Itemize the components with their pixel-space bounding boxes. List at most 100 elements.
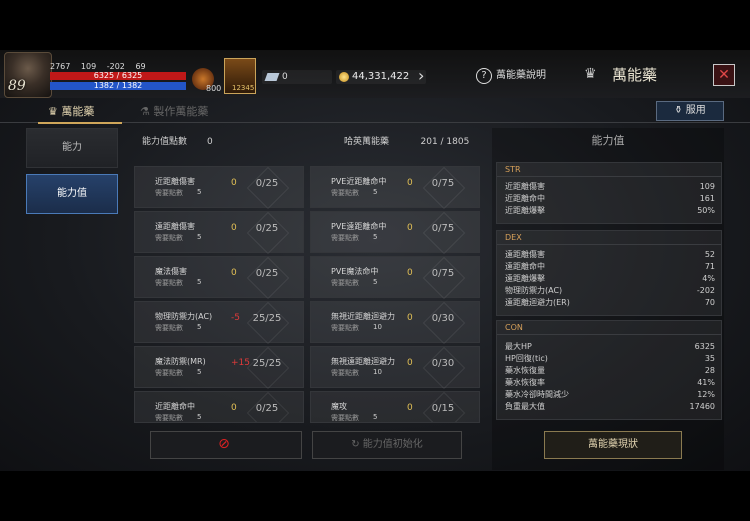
stat-progress: 0/30 (431, 358, 455, 369)
stat-bonus: 0 (407, 358, 413, 368)
stat-label: 藥水恢復量 (505, 366, 545, 375)
page-title: 萬能藥 (612, 66, 658, 84)
points-label: 能力值點數 (142, 137, 188, 147)
stat-value: 71 (704, 262, 715, 271)
stat-row: 遠距離迴避力(ER) 70 (505, 297, 715, 309)
stat-value: 4% (702, 274, 715, 283)
gem-currency: 0 (262, 70, 332, 84)
stat-value: 109 (699, 182, 715, 191)
stat-card[interactable]: 近距離傷害 需要點數 5 0 0/25 (134, 166, 304, 210)
hp-bar: 6325 / 6325 (50, 72, 186, 80)
stat-label: 藥水冷卻時間減少 (505, 390, 569, 399)
stat-row: 藥水恢復率 41% (505, 377, 715, 389)
stat-row: 遠距離傷害 52 (505, 249, 715, 261)
stat-card[interactable]: 魔法傷害 需要點數 5 0 0/25 (134, 256, 304, 300)
stat-card[interactable]: 近距離命中 需要點數 5 0 0/25 (134, 391, 304, 423)
game-screen: 89 2767 109 -202 69 6325 / 6325 1382 / 1… (0, 50, 750, 471)
required-label: 需要點數 (331, 189, 359, 197)
stat-value: 28 (704, 366, 715, 375)
stat-name: 近距離傷害 (155, 177, 195, 186)
gem-amount: 0 (282, 72, 288, 82)
stat-bonus: 0 (407, 178, 413, 188)
stat-name: 魔攻 (331, 402, 347, 411)
chevron-right-icon[interactable]: › (418, 66, 424, 85)
remain-header: 哈英萬能藥 201 / 1805 (344, 134, 469, 147)
stat-label: 負重最大值 (505, 402, 545, 411)
tab-craft-elixir[interactable]: ⚗ 製作萬能藥 (140, 103, 208, 119)
stat-row: 物理防禦力(AC) -202 (505, 285, 715, 297)
stat-value: 50% (697, 206, 715, 215)
required-value: 5 (197, 278, 202, 286)
stat-card[interactable]: 魔法防禦(MR) 需要點數 5 +15 25/25 (134, 346, 304, 390)
stat-card[interactable]: PVE遠距離命中 需要點數 5 0 0/75 (310, 211, 480, 255)
elixir-status-button[interactable]: 萬能藥現狀 (544, 431, 682, 459)
required-label: 需要點數 (331, 369, 359, 377)
tab-elixir[interactable]: ♛ 萬能藥 (48, 103, 94, 119)
stat-value: 41% (697, 378, 715, 387)
close-button[interactable]: ✕ (713, 64, 735, 86)
use-label: 服用 (685, 105, 706, 116)
use-button[interactable]: ⚱ 服用 (656, 101, 724, 121)
stat-bonus: -5 (231, 313, 240, 323)
stat-name: PVE遠距離命中 (331, 222, 387, 231)
stat-value: 35 (704, 354, 715, 363)
stat-card[interactable]: 無視近距離迴避力 需要點數 10 0 0/30 (310, 301, 480, 345)
stat-label: 近距離爆擊 (505, 206, 545, 215)
player-stats: 2767 109 -202 69 (50, 62, 154, 71)
required-label: 需要點數 (331, 279, 359, 287)
section-header: STR (497, 163, 721, 177)
required-value: 5 (197, 233, 202, 241)
required-label: 需要點數 (331, 324, 359, 332)
remain-value: 201 / 1805 (420, 137, 470, 147)
tab-row (0, 100, 750, 123)
required-label: 需要點數 (155, 189, 183, 197)
reset-stats-button[interactable]: ↻ 能力值初始化 (312, 431, 462, 459)
tab-underline (38, 122, 122, 124)
stat-progress: 25/25 (252, 358, 282, 369)
stat-label: 近距離傷害 (505, 182, 545, 191)
stat-value: 70 (704, 298, 715, 307)
stat-bonus: 0 (407, 223, 413, 233)
stat-name: 無視近距離迴避力 (331, 312, 395, 321)
stat-name: 近距離命中 (155, 402, 195, 411)
required-value: 5 (197, 188, 202, 196)
sidebar: 能力 能力值 (26, 128, 118, 470)
help-button[interactable]: ? 萬能藥說明 (476, 66, 546, 84)
required-label: 需要點數 (331, 234, 359, 242)
remain-label: 哈英萬能藥 (344, 137, 390, 147)
sidebar-item-ability[interactable]: 能力 (26, 128, 118, 168)
stat-card[interactable]: 遠距離傷害 需要點數 5 0 0/25 (134, 211, 304, 255)
mp-bar: 1382 / 1382 (50, 82, 186, 90)
stat-row: 近距離爆擊 50% (505, 205, 715, 217)
stat-d: 69 (135, 62, 146, 71)
dex-section: DEX 遠距離傷害 52 遠距離命中 71 遠距離爆擊 4% 物理防禦力(AC) -20… (496, 230, 722, 316)
stat-progress: 0/75 (431, 178, 455, 189)
stat-label: 近距離命中 (505, 194, 545, 203)
stat-progress: 0/25 (255, 223, 279, 234)
points-value: 0 (207, 137, 213, 147)
stat-value: 52 (704, 250, 715, 259)
potion-count: 800 (206, 84, 222, 93)
stat-name: 魔法傷害 (155, 267, 187, 276)
stat-c: -202 (106, 62, 125, 71)
stat-a: 2767 (50, 62, 71, 71)
prohibited-icon: ⊘ (218, 436, 230, 452)
stat-progress: 0/30 (431, 313, 455, 324)
stat-card[interactable]: 魔攻 需要點數 5 0 0/15 (310, 391, 480, 423)
stat-progress: 0/25 (255, 403, 279, 414)
sidebar-item-stats[interactable]: 能力值 (26, 174, 118, 214)
stat-card[interactable]: PVE魔法命中 需要點數 5 0 0/75 (310, 256, 480, 300)
stat-label: 最大HP (505, 342, 532, 351)
stat-label: 遠距離爆擊 (505, 274, 545, 283)
stat-card[interactable]: 無視遠距離迴避力 需要點數 10 0 0/30 (310, 346, 480, 390)
stat-label: HP回復(tic) (505, 354, 548, 363)
con-section: CON 最大HP 6325 HP回復(tic) 35 藥水恢復量 28 藥水恢復率 41… (496, 320, 722, 420)
stat-value: 17460 (689, 402, 715, 411)
stat-name: 物理防禦力(AC) (155, 312, 213, 321)
stat-card[interactable]: 物理防禦力(AC) 需要點數 5 -5 25/25 (134, 301, 304, 345)
stat-row: 負重最大值 17460 (505, 401, 715, 413)
stat-row: 遠距離命中 71 (505, 261, 715, 273)
stat-name: PVE魔法命中 (331, 267, 379, 276)
stat-card[interactable]: PVE近距離命中 需要點數 5 0 0/75 (310, 166, 480, 210)
player-level: 89 (8, 78, 26, 94)
